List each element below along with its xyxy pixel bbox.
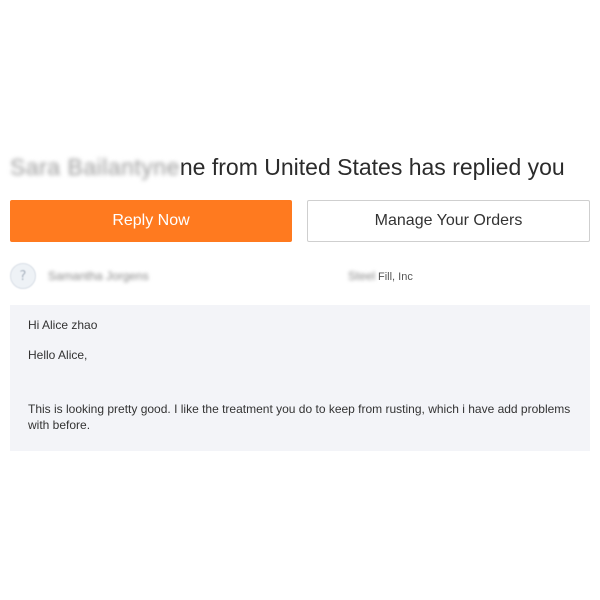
headline-text: ne from United States has replied you [179, 154, 565, 180]
message-greeting: Hi Alice zhao [28, 318, 98, 332]
redacted-sender-name: Sara Bailantyne [10, 154, 180, 180]
reply-headline: Sara Bailantynene from United States has… [10, 152, 590, 182]
avatar: ? [10, 263, 36, 289]
message-salutation: Hello Alice, [28, 348, 88, 362]
manage-orders-button[interactable]: Manage Your Orders [307, 200, 590, 242]
email-notification: Sara Bailantynene from United States has… [0, 0, 600, 600]
message-body: Hi Alice zhao Hello Alice, This is looki… [10, 305, 590, 451]
redacted-company-name: Steel [348, 269, 376, 283]
sender-info: ? Samantha Jorgens Steel Fill, Inc [10, 262, 590, 292]
message-text: This is looking pretty good. I like the … [28, 402, 571, 432]
reply-now-button[interactable]: Reply Now [10, 200, 292, 242]
question-mark-icon: ? [19, 268, 27, 284]
company-name: Fill, Inc [378, 271, 413, 283]
redacted-sender-username: Samantha Jorgens [48, 269, 149, 283]
